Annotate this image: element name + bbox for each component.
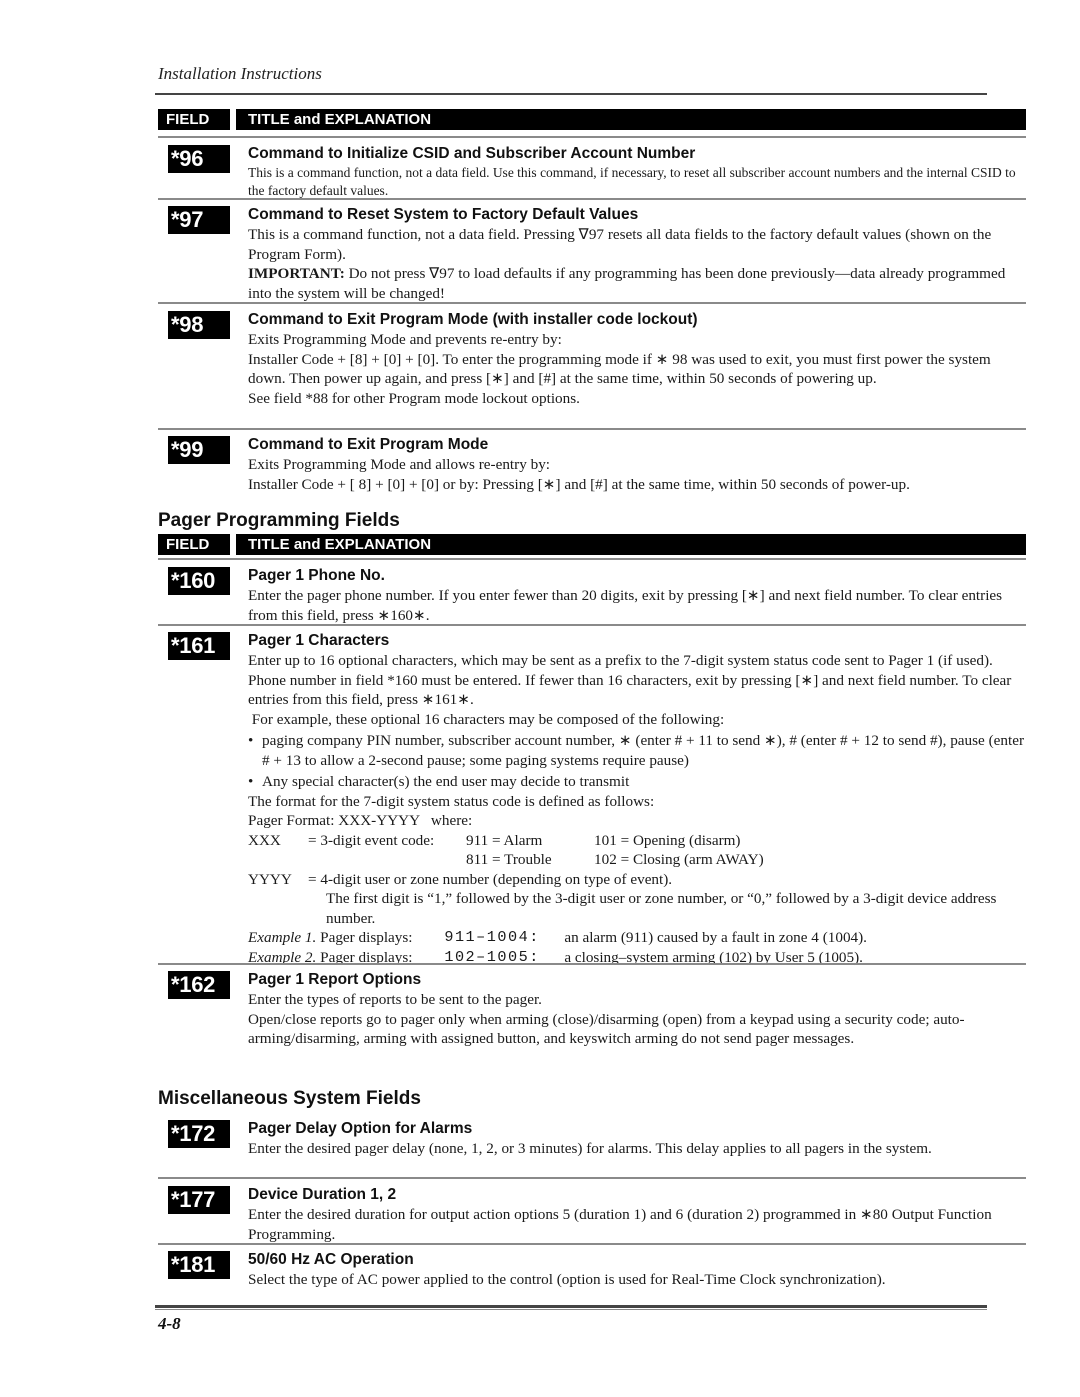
bullet-icon: •	[248, 773, 254, 790]
entry-title: Pager 1 Phone No.	[248, 567, 385, 584]
section-heading-misc: Miscellaneous System Fields	[158, 1088, 421, 1109]
example-code: 911–1004:	[444, 928, 540, 946]
field-entry-162: *162 Pager 1 Report Options Enter the ty…	[158, 966, 1028, 1076]
entry-title: Command to Exit Program Mode (with insta…	[248, 311, 698, 328]
field-entry-160: *160 Pager 1 Phone No. Enter the pager p…	[158, 562, 1028, 624]
field-badge: *96	[168, 145, 230, 173]
divider	[158, 1243, 1026, 1245]
field-badge: *161	[168, 632, 230, 660]
entry-text: Enter the pager phone number. If you ent…	[248, 587, 1003, 624]
bullet-text: paging company PIN number, subscriber ac…	[262, 732, 1024, 769]
important-text: Do not press ∇97 to load defaults if any…	[248, 265, 1006, 302]
example-label: Example 1.	[248, 929, 317, 946]
header-field: FIELD	[158, 534, 230, 555]
top-rule	[155, 93, 987, 95]
entry-text: Enter the types of reports to be sent to…	[248, 991, 542, 1008]
table-header: FIELD TITLE and EXPLANATION	[158, 109, 1026, 130]
entry-text: Exits Programming Mode and allows re-ent…	[248, 456, 551, 473]
header-title: TITLE and EXPLANATION	[236, 109, 1026, 130]
xxx-def: = 3-digit event code:	[308, 831, 435, 849]
divider	[158, 198, 1026, 200]
bullet-text: Any special character(s) the end user ma…	[262, 773, 630, 790]
entry-text: Exits Programming Mode and prevents re-e…	[248, 331, 562, 348]
entry-title: Command to Reset System to Factory Defau…	[248, 206, 639, 223]
entry-text: Open/close reports go to pager only when…	[248, 1010, 965, 1048]
field-badge: *98	[168, 311, 230, 339]
field-entry-172: *172 Pager Delay Option for Alarms Enter…	[158, 1115, 1028, 1177]
code-item: 102 = Closing (arm AWAY)	[594, 851, 764, 868]
xxx-label: XXX	[248, 831, 281, 849]
divider	[158, 963, 1026, 965]
bottom-rule	[155, 1309, 987, 1310]
example-intro: For example, these optional 16 character…	[248, 710, 725, 728]
entry-title: Pager Delay Option for Alarms	[248, 1120, 473, 1137]
yyyy-row: YYYY = 4-digit user or zone number (depe…	[248, 870, 1028, 890]
important-label: IMPORTANT:	[248, 265, 345, 282]
bullet-icon: •	[248, 732, 254, 749]
entry-text: Installer Code + [ 8] + [0] + [0] or by:…	[248, 475, 910, 493]
bullet-item: • paging company PIN number, subscriber …	[248, 731, 1028, 770]
entry-text: Enter up to 16 optional characters, whic…	[248, 652, 1012, 708]
xxx-row: XXX = 3-digit event code: 911 = Alarm 10…	[248, 831, 1028, 851]
divider	[158, 428, 1026, 430]
entry-title: Pager 1 Report Options	[248, 971, 422, 988]
divider	[158, 1177, 1026, 1179]
entry-text: This is a command function, not a data f…	[248, 226, 992, 263]
entry-text: Enter the desired pager delay (none, 1, …	[248, 1140, 932, 1157]
code-item: 911 = Alarm	[466, 831, 543, 849]
entry-text: Select the type of AC power applied to t…	[248, 1271, 886, 1288]
pager-format: Pager Format: XXX-YYYY where:	[248, 812, 473, 829]
code-item: 101 = Opening (disarm)	[594, 831, 741, 849]
field-entry-99: *99 Command to Exit Program Mode Exits P…	[158, 431, 1028, 501]
field-entry-97: *97 Command to Reset System to Factory D…	[158, 201, 1028, 303]
field-entry-177: *177 Device Duration 1, 2 Enter the desi…	[158, 1181, 1028, 1243]
page-number: 4-8	[158, 1314, 181, 1333]
field-badge: *160	[168, 567, 230, 595]
field-badge: *97	[168, 206, 230, 234]
entry-title: Command to Initialize CSID and Subscribe…	[248, 145, 696, 162]
example-desc: an alarm (911) caused by a fault in zone…	[564, 929, 867, 946]
field-entry-98: *98 Command to Exit Program Mode (with i…	[158, 306, 1028, 428]
entry-text: Enter the desired duration for output ac…	[248, 1206, 992, 1243]
code-item: 811 = Trouble	[466, 851, 552, 868]
bullet-item: • Any special character(s) the end user …	[248, 772, 1028, 792]
entry-title: 50/60 Hz AC Operation	[248, 1251, 414, 1268]
bottom-rule	[155, 1305, 987, 1308]
table-header: FIELD TITLE and EXPLANATION	[158, 534, 1026, 555]
field-badge: *172	[168, 1120, 230, 1148]
example-row: Example 1. Pager displays: 911–1004: an …	[248, 928, 1028, 948]
field-entry-161: *161 Pager 1 Characters Enter up to 16 o…	[158, 627, 1028, 966]
header-title: TITLE and EXPLANATION	[236, 534, 1026, 555]
field-entry-96: *96 Command to Initialize CSID and Subsc…	[158, 140, 1028, 198]
entry-title: Device Duration 1, 2	[248, 1186, 397, 1203]
important-note: IMPORTANT: Do not press ∇97 to load defa…	[248, 264, 1028, 303]
header-field: FIELD	[158, 109, 230, 130]
format-intro: The format for the 7-digit system status…	[248, 792, 655, 810]
divider	[158, 302, 1026, 304]
divider	[158, 624, 1026, 626]
field-badge: *177	[168, 1186, 230, 1214]
entry-title: Command to Exit Program Mode	[248, 436, 489, 453]
entry-text: This is a command function, not a data f…	[248, 165, 1016, 198]
yyyy-label: YYYY	[248, 870, 292, 888]
entry-text: Installer Code + [8] + [0] + [0]. To ent…	[248, 350, 991, 388]
field-badge: *99	[168, 436, 230, 464]
field-badge: *162	[168, 971, 230, 999]
entry-title: Pager 1 Characters	[248, 632, 390, 649]
running-head: Installation Instructions	[158, 64, 322, 83]
section-heading-pager: Pager Programming Fields	[158, 510, 400, 531]
xxx-row: 811 = Trouble 102 = Closing (arm AWAY)	[248, 850, 1028, 870]
divider	[158, 136, 1026, 138]
example-prefix: Pager displays:	[316, 929, 413, 946]
yyyy-note: The first digit is “1,” followed by the …	[326, 890, 997, 927]
entry-text: See field *88 for other Program mode loc…	[248, 389, 580, 407]
divider	[158, 558, 1026, 560]
field-entry-181: *181 50/60 Hz AC Operation Select the ty…	[158, 1246, 1028, 1296]
field-badge: *181	[168, 1251, 230, 1279]
yyyy-def: = 4-digit user or zone number (depending…	[308, 870, 673, 888]
